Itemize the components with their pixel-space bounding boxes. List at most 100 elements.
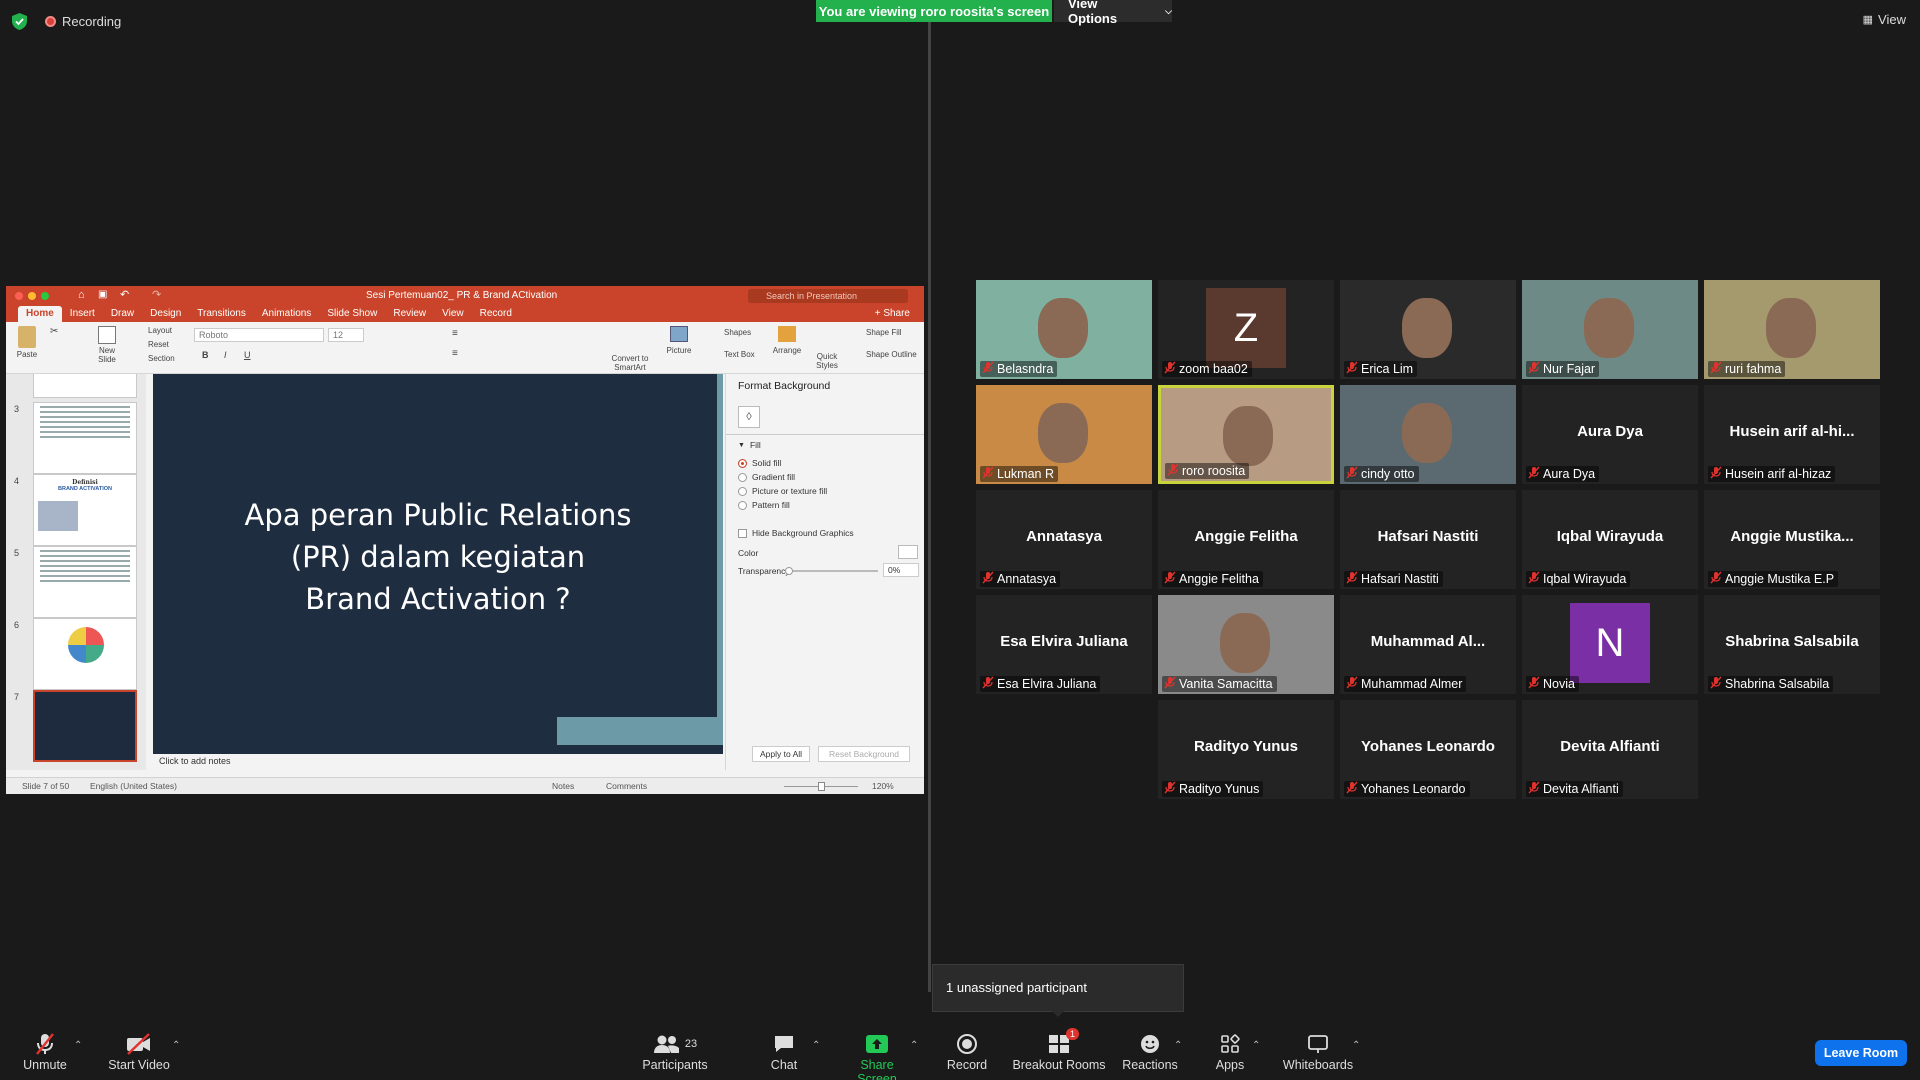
participant-tile[interactable]: Belasndra xyxy=(976,280,1152,379)
slide-thumbnail[interactable]: Definisi BRAND ACTIVATION xyxy=(33,474,137,546)
record-button[interactable]: Record xyxy=(946,1032,988,1072)
participant-tile[interactable]: Aura Dya Aura Dya xyxy=(1522,385,1698,484)
share-screen-button[interactable]: Share Screen xyxy=(840,1032,914,1080)
layout-button[interactable]: Layout xyxy=(148,326,172,335)
participant-tile[interactable]: Yohanes Leonardo Yohanes Leonardo xyxy=(1340,700,1516,799)
participant-tile[interactable]: Radityo Yunus Radityo Yunus xyxy=(1158,700,1334,799)
participant-tile[interactable]: Iqbal Wirayuda Iqbal Wirayuda xyxy=(1522,490,1698,589)
text-box-button[interactable]: Text Box xyxy=(724,350,755,359)
reactions-caret-icon[interactable]: ⌃ xyxy=(1174,1040,1182,1051)
slide-canvas[interactable]: Apa peran Public Relations (PR) dalam ke… xyxy=(153,374,723,754)
shape-fill-button[interactable]: Shape Fill xyxy=(866,328,902,337)
participant-tile[interactable]: cindy otto xyxy=(1340,385,1516,484)
shape-outline-button[interactable]: Shape Outline xyxy=(866,350,917,359)
fill-section-header[interactable]: ▼ Fill xyxy=(738,440,761,450)
participant-tile[interactable]: Nur Fajar xyxy=(1522,280,1698,379)
participant-tile[interactable]: Annatasya Annatasya xyxy=(976,490,1152,589)
ppt-tab-design[interactable]: Design xyxy=(142,306,189,322)
apps-button[interactable]: Apps xyxy=(1210,1032,1250,1072)
font-name-select[interactable]: Roboto xyxy=(194,328,324,342)
align-left-icon[interactable]: ≡ xyxy=(452,348,458,359)
unmute-button[interactable]: Unmute xyxy=(20,1032,70,1072)
apps-caret-icon[interactable]: ⌃ xyxy=(1252,1040,1260,1051)
slide-thumbnail[interactable] xyxy=(33,402,137,474)
participant-tile[interactable]: N Novia xyxy=(1522,595,1698,694)
participant-tile[interactable]: Husein arif al-hi... Husein arif al-hizaz xyxy=(1704,385,1880,484)
start-video-button[interactable]: Start Video xyxy=(106,1032,172,1072)
shapes-button[interactable]: Shapes xyxy=(724,328,751,337)
participant-tile[interactable]: Devita Alfianti Devita Alfianti xyxy=(1522,700,1698,799)
recording-indicator[interactable]: Recording xyxy=(45,14,121,29)
ppt-tab-transitions[interactable]: Transitions xyxy=(189,306,254,322)
breakout-rooms-button[interactable]: 1 Breakout Rooms xyxy=(1012,1028,1106,1072)
share-options-caret-icon[interactable]: ⌃ xyxy=(910,1040,918,1051)
participant-tile[interactable]: Esa Elvira Juliana Esa Elvira Juliana xyxy=(976,595,1152,694)
redo-icon[interactable]: ↷ xyxy=(152,288,161,301)
whiteboards-button[interactable]: Whiteboards xyxy=(1280,1032,1356,1072)
participant-tile[interactable]: Muhammad Al... Muhammad Almer xyxy=(1340,595,1516,694)
arrange-button[interactable]: Arrange xyxy=(772,326,802,355)
ppt-tab-review[interactable]: Review xyxy=(385,306,434,322)
participant-tile[interactable]: Vanita Samacitta xyxy=(1158,595,1334,694)
slide-thumbnail[interactable] xyxy=(33,690,137,762)
slide-thumbnails-panel[interactable]: 3 4 Definisi BRAND ACTIVATION 5 6 7 xyxy=(6,374,146,770)
ppt-tab-home[interactable]: Home xyxy=(18,306,62,322)
participant-tile[interactable]: Erica Lim xyxy=(1340,280,1516,379)
underline-icon[interactable]: U xyxy=(244,350,251,360)
fill-option-picture-or-texture-fill[interactable]: Picture or texture fill xyxy=(738,486,827,496)
participant-tile[interactable]: Anggie Mustika... Anggie Mustika E.P xyxy=(1704,490,1880,589)
chat-button[interactable]: Chat xyxy=(764,1032,804,1072)
reset-button[interactable]: Reset xyxy=(148,340,169,349)
participant-tile[interactable]: Anggie Felitha Anggie Felitha xyxy=(1158,490,1334,589)
maximize-dot-icon[interactable] xyxy=(41,292,49,300)
participant-tile[interactable]: Zzoom baa02 xyxy=(1158,280,1334,379)
slide-thumbnail[interactable] xyxy=(33,618,137,690)
italic-icon[interactable]: I xyxy=(224,350,227,360)
slide-thumbnail-partial[interactable] xyxy=(33,374,137,398)
paste-button[interactable]: Paste xyxy=(14,326,40,359)
bullets-icon[interactable]: ≡ xyxy=(452,328,458,339)
video-options-caret-icon[interactable]: ⌃ xyxy=(172,1040,180,1051)
picture-button[interactable]: Picture xyxy=(664,326,694,355)
ppt-tab-view[interactable]: View xyxy=(434,306,472,322)
notes-toggle[interactable]: Notes xyxy=(552,781,574,791)
fill-option-gradient-fill[interactable]: Gradient fill xyxy=(738,472,795,482)
fill-option-solid-fill[interactable]: Solid fill xyxy=(738,458,781,468)
ppt-tab-insert[interactable]: Insert xyxy=(62,306,103,322)
slide-title[interactable]: Apa peran Public Relations (PR) dalam ke… xyxy=(173,494,703,620)
ppt-tab-draw[interactable]: Draw xyxy=(103,306,142,322)
notes-pane[interactable]: Click to add notes xyxy=(153,756,723,770)
hide-bg-checkbox[interactable]: Hide Background Graphics xyxy=(738,528,854,538)
color-picker-button[interactable] xyxy=(898,545,918,559)
language-indicator[interactable]: English (United States) xyxy=(90,781,177,791)
reset-background-button[interactable]: Reset Background xyxy=(818,746,910,762)
quick-styles-button[interactable]: Quick Styles xyxy=(812,352,842,370)
section-button[interactable]: Section xyxy=(148,354,175,363)
convert-smartart-button[interactable]: Convert to SmartArt xyxy=(610,354,650,372)
save-icon[interactable]: ▣ xyxy=(98,289,107,300)
apply-to-all-button[interactable]: Apply to All xyxy=(752,746,810,762)
whiteboards-caret-icon[interactable]: ⌃ xyxy=(1352,1040,1360,1051)
minimize-dot-icon[interactable] xyxy=(28,292,36,300)
participant-tile[interactable]: Hafsari Nastiti Hafsari Nastiti xyxy=(1340,490,1516,589)
ppt-share-button[interactable]: + Share xyxy=(875,308,910,319)
zoom-slider[interactable] xyxy=(784,782,858,791)
paint-bucket-icon[interactable]: ◊ xyxy=(738,406,760,428)
ppt-tab-slide-show[interactable]: Slide Show xyxy=(319,306,385,322)
participant-tile[interactable]: Lukman R xyxy=(976,385,1152,484)
view-options-button[interactable]: View Options ⌵ xyxy=(1054,0,1172,26)
cut-icon[interactable]: ✂ xyxy=(50,326,58,337)
participants-button[interactable]: 23 Participants xyxy=(640,1032,710,1072)
view-button[interactable]: ▦ View xyxy=(1863,12,1906,27)
home-icon[interactable]: ⌂ xyxy=(78,289,85,301)
splitter-handle[interactable] xyxy=(928,22,931,992)
reactions-button[interactable]: Reactions xyxy=(1120,1032,1180,1072)
transparency-slider[interactable] xyxy=(785,567,878,575)
ppt-tab-record[interactable]: Record xyxy=(472,306,520,322)
ppt-tab-animations[interactable]: Animations xyxy=(254,306,319,322)
chat-options-caret-icon[interactable]: ⌃ xyxy=(812,1040,820,1051)
slide-thumbnail[interactable] xyxy=(33,546,137,618)
audio-options-caret-icon[interactable]: ⌃ xyxy=(74,1040,82,1051)
participant-tile[interactable]: Shabrina Salsabila Shabrina Salsabila xyxy=(1704,595,1880,694)
close-dot-icon[interactable] xyxy=(15,292,23,300)
